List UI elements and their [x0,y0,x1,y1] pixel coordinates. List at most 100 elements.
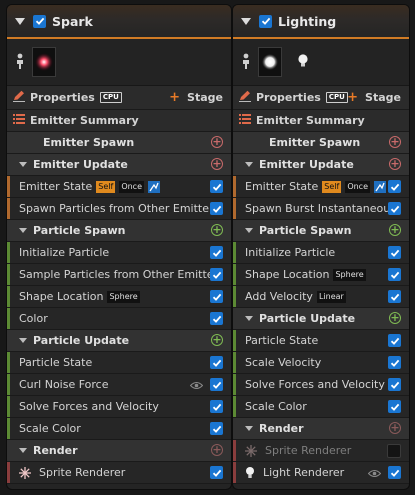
renderer-row[interactable]: Sprite Renderer [7,462,231,484]
module-row[interactable]: Sample Particles from Other Emitter [7,264,231,286]
module-enabled-checkbox[interactable] [388,180,401,193]
add-module-icon[interactable]: + [211,136,223,148]
add-module-icon[interactable]: + [211,224,223,236]
module-row[interactable]: Color [7,308,231,330]
module-enabled-checkbox[interactable] [210,202,223,215]
renderer-enabled-checkbox[interactable] [210,466,223,479]
module-enabled-checkbox[interactable] [388,378,401,391]
renderer-enabled-checkbox[interactable] [388,466,401,479]
collapse-arrow-icon[interactable] [241,17,251,25]
collapse-arrow-icon[interactable] [15,17,25,25]
add-module-icon[interactable]: + [211,444,223,456]
emitter-enabled-checkbox[interactable] [33,14,46,28]
module-label: Shape Location [245,268,330,281]
section-particle-update[interactable]: Particle Update + [233,308,409,330]
module-enabled-checkbox[interactable] [210,290,223,303]
add-module-icon[interactable]: + [389,312,401,324]
section-emitter-spawn[interactable]: Emitter Spawn + [233,132,409,154]
renderer-row[interactable]: Light Renderer [233,462,409,484]
module-row[interactable]: Scale Color [7,418,231,440]
module-row[interactable]: Scale Color [233,396,409,418]
module-row[interactable]: Particle State [233,330,409,352]
renderer-label: Light Renderer [263,466,345,479]
add-module-icon[interactable]: + [389,136,401,148]
module-badge: Once [119,180,144,193]
module-enabled-checkbox[interactable] [388,246,401,259]
emitter-summary-row[interactable]: Emitter Summary [7,110,231,132]
add-module-icon[interactable]: + [389,158,401,170]
section-collapse-icon[interactable] [19,448,27,453]
section-collapse-icon[interactable] [19,162,27,167]
properties-row[interactable]: Properties CPU + Stage [7,86,231,110]
section-collapse-icon[interactable] [245,162,253,167]
emitter-title-bar[interactable]: Lighting [233,5,409,39]
module-enabled-checkbox[interactable] [210,356,223,369]
module-row[interactable]: Spawn Burst Instantaneous [233,198,409,220]
section-collapse-icon[interactable] [19,338,27,343]
module-enabled-checkbox[interactable] [210,268,223,281]
properties-row[interactable]: Properties CPU + Stage [233,86,409,110]
visibility-eye-icon[interactable] [367,468,382,481]
module-row[interactable]: Add Velocity Linear [233,286,409,308]
module-enabled-checkbox[interactable] [210,312,223,325]
section-particle-spawn[interactable]: Particle Spawn + [233,220,409,242]
lighting-thumbnail-icon[interactable] [258,47,282,77]
section-particle-spawn[interactable]: Particle Spawn + [7,220,231,242]
section-collapse-icon[interactable] [19,228,27,233]
spark-thumbnail-icon[interactable] [32,47,56,77]
add-module-icon[interactable]: + [211,158,223,170]
light-bulb-icon[interactable] [297,53,309,72]
section-render[interactable]: Render + [233,418,409,440]
visibility-eye-icon[interactable] [189,380,204,393]
module-enabled-checkbox[interactable] [210,400,223,413]
module-row[interactable]: Spawn Particles from Other Emitter [7,198,231,220]
section-emitter-update[interactable]: Emitter Update + [233,154,409,176]
plus-icon: + [169,90,181,105]
emitter-pin-icon[interactable] [241,53,251,72]
module-enabled-checkbox[interactable] [210,180,223,193]
add-stage-button[interactable]: + Stage [347,90,401,105]
module-row[interactable]: Emitter State Self Once [7,176,231,198]
module-row[interactable]: Solve Forces and Velocity [7,396,231,418]
section-emitter-update[interactable]: Emitter Update + [7,154,231,176]
section-collapse-icon[interactable] [245,316,253,321]
emitter-pin-icon[interactable] [15,53,25,72]
section-emitter-spawn[interactable]: Emitter Spawn + [7,132,231,154]
module-enabled-checkbox[interactable] [388,202,401,215]
renderer-row[interactable]: Sprite Renderer [233,440,409,462]
module-row[interactable]: Particle State [7,352,231,374]
module-row[interactable]: Solve Forces and Velocity [233,374,409,396]
emitter-panel-spark: Spark Properties CPU + Stage Emitter Summary E… [6,4,232,490]
section-particle-update[interactable]: Particle Update + [7,330,231,352]
module-row[interactable]: Emitter State Self Once [233,176,409,198]
module-row[interactable]: Curl Noise Force [7,374,231,396]
add-module-icon[interactable]: + [389,224,401,236]
emitter-enabled-checkbox[interactable] [259,14,272,28]
module-enabled-checkbox[interactable] [210,378,223,391]
module-row[interactable]: Initialize Particle [7,242,231,264]
emitter-title-bar[interactable]: Spark [7,5,231,39]
renderer-enable [387,444,401,461]
module-enabled-checkbox[interactable] [210,246,223,259]
module-label: Particle State [245,334,319,347]
renderer-enabled-checkbox[interactable] [387,444,401,458]
module-enabled-checkbox[interactable] [388,356,401,369]
module-enabled-checkbox[interactable] [388,334,401,347]
module-enabled-checkbox[interactable] [388,290,401,303]
add-stage-button[interactable]: + Stage [169,90,223,105]
module-enabled-checkbox[interactable] [388,400,401,413]
module-row[interactable]: Initialize Particle [233,242,409,264]
section-render[interactable]: Render + [7,440,231,462]
add-module-icon[interactable]: + [389,422,401,434]
module-enabled-checkbox[interactable] [210,422,223,435]
module-enabled-checkbox[interactable] [388,268,401,281]
section-collapse-icon[interactable] [245,228,253,233]
renderer-enable [388,466,401,481]
plus-icon: + [347,90,359,105]
emitter-summary-row[interactable]: Emitter Summary [233,110,409,132]
add-module-icon[interactable]: + [211,334,223,346]
module-row[interactable]: Scale Velocity [233,352,409,374]
module-row[interactable]: Shape Location Sphere [7,286,231,308]
module-row[interactable]: Shape Location Sphere [233,264,409,286]
section-collapse-icon[interactable] [245,426,253,431]
